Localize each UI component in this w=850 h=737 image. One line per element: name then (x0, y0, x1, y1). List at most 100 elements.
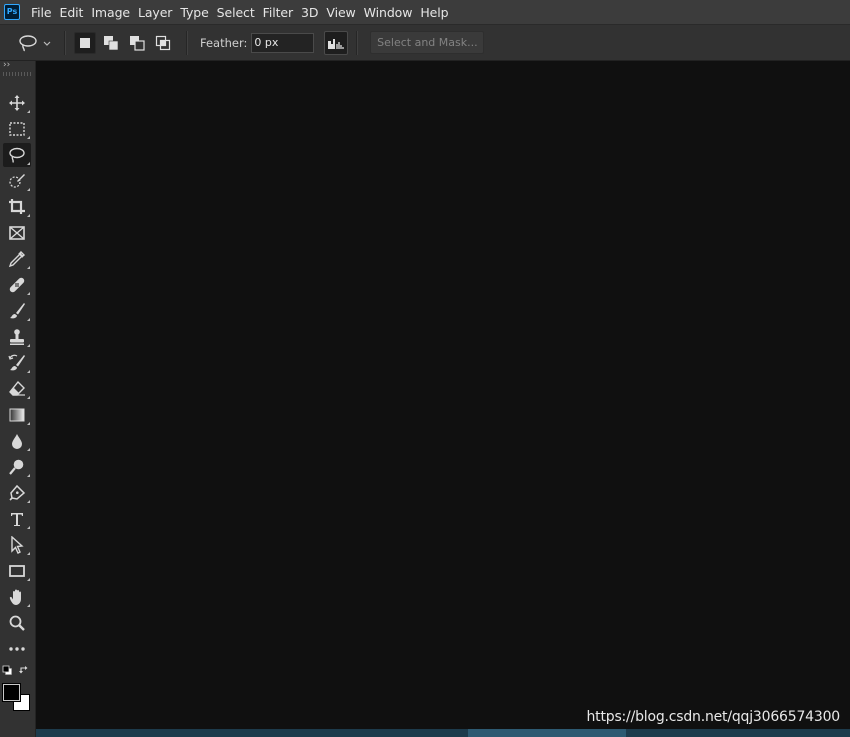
feather-input[interactable] (251, 32, 315, 53)
tool-group-indicator (27, 448, 30, 451)
tool-group-indicator (27, 578, 30, 581)
new-selection-button[interactable] (74, 31, 96, 54)
menu-3d[interactable]: 3D (298, 5, 323, 20)
hand-icon (9, 589, 21, 605)
tool-group-indicator (27, 474, 30, 477)
brush-icon (10, 303, 25, 319)
default-colors-icon (2, 665, 12, 675)
move-tool[interactable] (3, 91, 31, 115)
options-divider (64, 30, 66, 55)
tool-group-indicator (27, 396, 30, 399)
tool-group-indicator (27, 500, 30, 503)
taskbar-active-item[interactable] (468, 729, 626, 737)
brush-tool[interactable] (3, 299, 31, 323)
eyedropper-icon (8, 250, 26, 268)
clone-stamp-tool[interactable] (3, 325, 31, 349)
taskbar-strip (36, 729, 850, 737)
crop-icon (9, 199, 25, 214)
tool-group-indicator (27, 370, 30, 373)
lasso-icon (19, 34, 37, 51)
path-select-icon (11, 536, 24, 554)
rect-marquee-tool[interactable] (3, 117, 31, 141)
gradient-tool[interactable] (3, 403, 31, 427)
menu-bar: Ps File Edit Image Layer Type Select Fil… (0, 0, 850, 25)
tool-group-indicator (27, 110, 30, 113)
path-select-tool[interactable] (3, 533, 31, 557)
foreground-color-swatch[interactable] (2, 683, 21, 702)
tool-group-indicator (27, 292, 30, 295)
subtract-from-selection-button[interactable] (126, 32, 148, 54)
eraser-icon (9, 380, 25, 396)
healing-brush-icon (9, 277, 25, 293)
edit-toolbar-button[interactable] (3, 637, 31, 661)
subtract-from-selection-icon (130, 35, 145, 51)
options-bar: Feather: Select and Mask... (0, 25, 850, 61)
tool-group-indicator (27, 552, 30, 555)
menu-image[interactable]: Image (88, 5, 135, 20)
history-brush-icon (8, 354, 25, 371)
history-brush-tool[interactable] (3, 351, 31, 375)
quick-select-icon (9, 174, 25, 188)
select-and-mask-button[interactable]: Select and Mask... (370, 31, 485, 54)
move-icon (9, 95, 25, 111)
menu-select[interactable]: Select (214, 5, 260, 20)
zoom-icon (9, 615, 25, 631)
healing-brush-tool[interactable] (3, 273, 31, 297)
rectangle-icon (9, 565, 25, 577)
tool-group-indicator (27, 188, 30, 191)
dodge-tool[interactable] (3, 455, 31, 479)
menu-layer[interactable]: Layer (135, 5, 177, 20)
new-selection-icon (80, 37, 90, 48)
swap-colors-button[interactable] (19, 665, 30, 676)
blur-tool[interactable] (3, 429, 31, 453)
lasso-tool[interactable] (3, 143, 31, 167)
tool-group-indicator (27, 604, 30, 607)
collapse-panel-button[interactable]: ›› (0, 61, 35, 71)
quick-select-tool[interactable] (3, 169, 31, 193)
menu-edit[interactable]: Edit (57, 5, 89, 20)
tool-group-indicator (27, 526, 30, 529)
menu-type[interactable]: Type (177, 5, 213, 20)
menu-view[interactable]: View (323, 5, 360, 20)
tool-group-indicator (27, 136, 30, 139)
add-to-selection-button[interactable] (100, 32, 122, 54)
menu-help[interactable]: Help (417, 5, 453, 20)
panel-grip[interactable] (3, 72, 32, 76)
tool-group-indicator (27, 318, 30, 321)
anti-alias-icon (328, 38, 345, 49)
eyedropper-tool[interactable] (3, 247, 31, 271)
options-divider (356, 30, 359, 55)
add-to-selection-icon (104, 35, 119, 50)
chevron-down-icon (43, 41, 51, 46)
pen-tool[interactable] (3, 481, 31, 505)
gradient-icon (9, 408, 25, 422)
rectangle-tool[interactable] (3, 559, 31, 583)
clone-stamp-icon (10, 329, 24, 345)
rect-marquee-icon (9, 122, 25, 136)
tool-group-indicator (27, 162, 30, 165)
hand-tool[interactable] (3, 585, 31, 609)
intersect-selection-button[interactable] (152, 32, 174, 54)
menu-file[interactable]: File (28, 5, 57, 20)
anti-alias-button[interactable] (324, 30, 349, 55)
type-tool[interactable] (3, 507, 31, 531)
crop-tool[interactable] (3, 195, 31, 219)
tool-group-indicator (27, 214, 30, 217)
feather-label: Feather: (200, 35, 248, 50)
eraser-tool[interactable] (3, 377, 31, 401)
dodge-icon (9, 459, 24, 475)
tool-group-indicator (27, 266, 30, 269)
more-tools-icon (9, 647, 25, 651)
frame-icon (9, 226, 25, 240)
default-colors-button[interactable] (2, 665, 13, 676)
lasso-icon (9, 147, 25, 163)
document-canvas-area[interactable] (36, 61, 850, 729)
menu-window[interactable]: Window (361, 5, 418, 20)
pen-icon (9, 484, 26, 501)
photoshop-logo[interactable]: Ps (4, 4, 20, 20)
tool-preset-picker[interactable] (18, 34, 52, 52)
zoom-tool[interactable] (3, 611, 31, 635)
frame-tool[interactable] (3, 221, 31, 245)
menu-filter[interactable]: Filter (260, 5, 298, 20)
intersect-selection-icon (155, 35, 171, 50)
